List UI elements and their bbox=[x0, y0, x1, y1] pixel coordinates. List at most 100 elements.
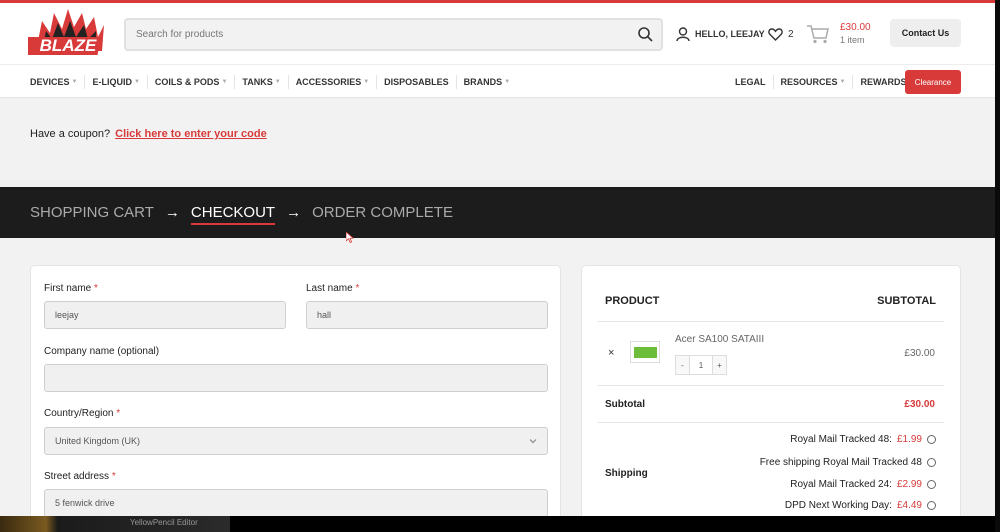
wishlist-count: 2 bbox=[788, 28, 794, 40]
blaze-logo[interactable]: BLAZE bbox=[28, 7, 108, 61]
product-name[interactable]: Acer SA100 SATAIII bbox=[675, 334, 764, 345]
last-name-field[interactable] bbox=[306, 301, 548, 329]
chevron-down-icon: ▼ bbox=[71, 78, 78, 85]
product-column-header: PRODUCT bbox=[605, 295, 660, 307]
checkout-steps: SHOPPING CART → CHECKOUT → ORDER COMPLET… bbox=[30, 187, 453, 238]
site-header: BLAZE HELLO, LEEJAY 2 bbox=[0, 3, 995, 64]
coupon-link[interactable]: Click here to enter your code bbox=[115, 128, 267, 140]
subtotal-column-header: SUBTOTAL bbox=[877, 295, 936, 307]
nav-item-resources[interactable]: RESOURCES ▼ bbox=[781, 77, 846, 87]
step-order-complete: ORDER COMPLETE bbox=[312, 204, 453, 221]
chevron-down-icon: ▼ bbox=[363, 78, 370, 85]
coupon-text: Have a coupon? bbox=[30, 128, 111, 140]
nav-divider bbox=[84, 74, 86, 89]
first-name-label: First name * bbox=[44, 283, 98, 294]
window-edge bbox=[995, 0, 1000, 532]
nav-divider bbox=[287, 74, 289, 89]
chevron-down-icon: ▼ bbox=[504, 78, 511, 85]
cart-summary: £30.00 1 item bbox=[840, 21, 871, 47]
wishlist-link[interactable]: 2 bbox=[768, 24, 794, 44]
step-shopping-cart[interactable]: SHOPPING CART bbox=[30, 204, 154, 221]
radio-button[interactable] bbox=[927, 458, 936, 467]
radio-button[interactable] bbox=[927, 501, 936, 510]
company-name-label: Company name (optional) bbox=[44, 346, 160, 357]
shipping-option-dpd[interactable]: DPD Next Working Day: £4.49 bbox=[785, 500, 936, 511]
nav-item-devices[interactable]: DEVICES ▼ bbox=[30, 77, 77, 87]
nav-divider bbox=[852, 74, 854, 89]
nav-item-disposables[interactable]: DISPOSABLES bbox=[384, 77, 449, 87]
nav-item-accessories[interactable]: ACCESSORIES ▼ bbox=[296, 77, 369, 87]
taskbar: YellowPencil Editor bbox=[0, 516, 230, 532]
shipping-option-tracked-48[interactable]: Royal Mail Tracked 48: £1.99 bbox=[790, 434, 936, 445]
shipping-option-free[interactable]: Free shipping Royal Mail Tracked 48 bbox=[760, 457, 936, 468]
country-label: Country/Region * bbox=[44, 408, 121, 419]
billing-details-panel: First name * Last name * Company name (o… bbox=[30, 265, 561, 516]
user-icon bbox=[676, 26, 690, 41]
remove-item-icon[interactable]: × bbox=[608, 347, 614, 359]
search-bar bbox=[124, 18, 663, 51]
clearance-button[interactable]: Clearance bbox=[905, 70, 961, 94]
quantity-stepper: - 1 + bbox=[675, 355, 727, 375]
nav-divider bbox=[376, 74, 378, 89]
checkout-page: BLAZE HELLO, LEEJAY 2 bbox=[0, 0, 995, 516]
arrow-right-icon: → bbox=[286, 204, 302, 221]
search-input[interactable] bbox=[136, 20, 616, 49]
contact-us-button[interactable]: Contact Us bbox=[890, 19, 961, 47]
nav-item-legal[interactable]: LEGAL bbox=[735, 77, 766, 87]
cart-item-count: 1 item bbox=[840, 35, 865, 45]
divider bbox=[598, 385, 944, 386]
checkout-steps-bar: SHOPPING CART → CHECKOUT → ORDER COMPLET… bbox=[0, 187, 995, 238]
account-label: HELLO, LEEJAY bbox=[695, 29, 765, 39]
cart-price: £30.00 bbox=[840, 22, 871, 33]
search-icon[interactable] bbox=[637, 26, 653, 42]
step-checkout: CHECKOUT bbox=[190, 204, 276, 225]
qty-decrease-button[interactable]: - bbox=[675, 355, 690, 375]
chevron-down-icon bbox=[529, 439, 537, 444]
product-price: £30.00 bbox=[904, 348, 935, 359]
nav-divider bbox=[146, 74, 148, 89]
cart-icon bbox=[807, 25, 829, 44]
subtotal-value: £30.00 bbox=[904, 399, 935, 410]
nav-divider bbox=[772, 74, 774, 89]
product-thumbnail[interactable] bbox=[630, 341, 660, 363]
nav-divider bbox=[234, 74, 236, 89]
order-summary-panel: PRODUCT SUBTOTAL × Acer SA100 SATAIII - … bbox=[581, 265, 961, 516]
first-name-field[interactable] bbox=[44, 301, 286, 329]
last-name-label: Last name * bbox=[306, 283, 360, 294]
subtotal-label: Subtotal bbox=[605, 399, 645, 410]
country-select[interactable]: United Kingdom (UK) bbox=[44, 427, 548, 455]
nav-item-e-liquid[interactable]: E-LIQUID ▼ bbox=[92, 77, 139, 87]
radio-button[interactable] bbox=[927, 435, 936, 444]
divider bbox=[598, 422, 944, 423]
taskbar-label[interactable]: YellowPencil Editor bbox=[130, 518, 198, 527]
nav-right: LEGAL RESOURCES ▼ REWARDS bbox=[735, 65, 906, 98]
mouse-cursor-icon bbox=[346, 232, 354, 243]
nav-left: DEVICES ▼ E-LIQUID ▼ COILS & PODS ▼ TANKS ▼ … bbox=[30, 65, 510, 98]
qty-increase-button[interactable]: + bbox=[712, 355, 727, 375]
nav-item-brands[interactable]: BRANDS ▼ bbox=[464, 77, 510, 87]
cart-link[interactable]: £30.00 1 item bbox=[806, 19, 871, 49]
shipping-option-tracked-24[interactable]: Royal Mail Tracked 24: £2.99 bbox=[790, 479, 936, 490]
product-image bbox=[634, 347, 657, 358]
heart-icon bbox=[768, 27, 783, 41]
street-address-label: Street address * bbox=[44, 471, 116, 482]
radio-button[interactable] bbox=[927, 480, 936, 489]
shipping-label: Shipping bbox=[605, 468, 648, 479]
chevron-down-icon: ▼ bbox=[221, 78, 228, 85]
company-name-field[interactable] bbox=[44, 364, 548, 392]
country-value: United Kingdom (UK) bbox=[55, 436, 141, 446]
chevron-down-icon: ▼ bbox=[274, 78, 281, 85]
street-address-field[interactable] bbox=[44, 489, 548, 516]
chevron-down-icon: ▼ bbox=[839, 78, 846, 85]
arrow-right-icon: → bbox=[164, 204, 180, 221]
divider bbox=[598, 321, 944, 322]
main-nav: DEVICES ▼ E-LIQUID ▼ COILS & PODS ▼ TANKS ▼ … bbox=[0, 64, 995, 98]
chevron-down-icon: ▼ bbox=[133, 78, 140, 85]
nav-item-coils-pods[interactable]: COILS & PODS ▼ bbox=[155, 77, 227, 87]
qty-value[interactable]: 1 bbox=[690, 355, 712, 375]
coupon-notice: Have a coupon? Click here to enter your c… bbox=[30, 128, 267, 140]
nav-item-tanks[interactable]: TANKS ▼ bbox=[242, 77, 280, 87]
account-link[interactable]: HELLO, LEEJAY bbox=[676, 24, 765, 44]
nav-item-rewards[interactable]: REWARDS bbox=[860, 77, 906, 87]
nav-divider bbox=[455, 74, 457, 89]
